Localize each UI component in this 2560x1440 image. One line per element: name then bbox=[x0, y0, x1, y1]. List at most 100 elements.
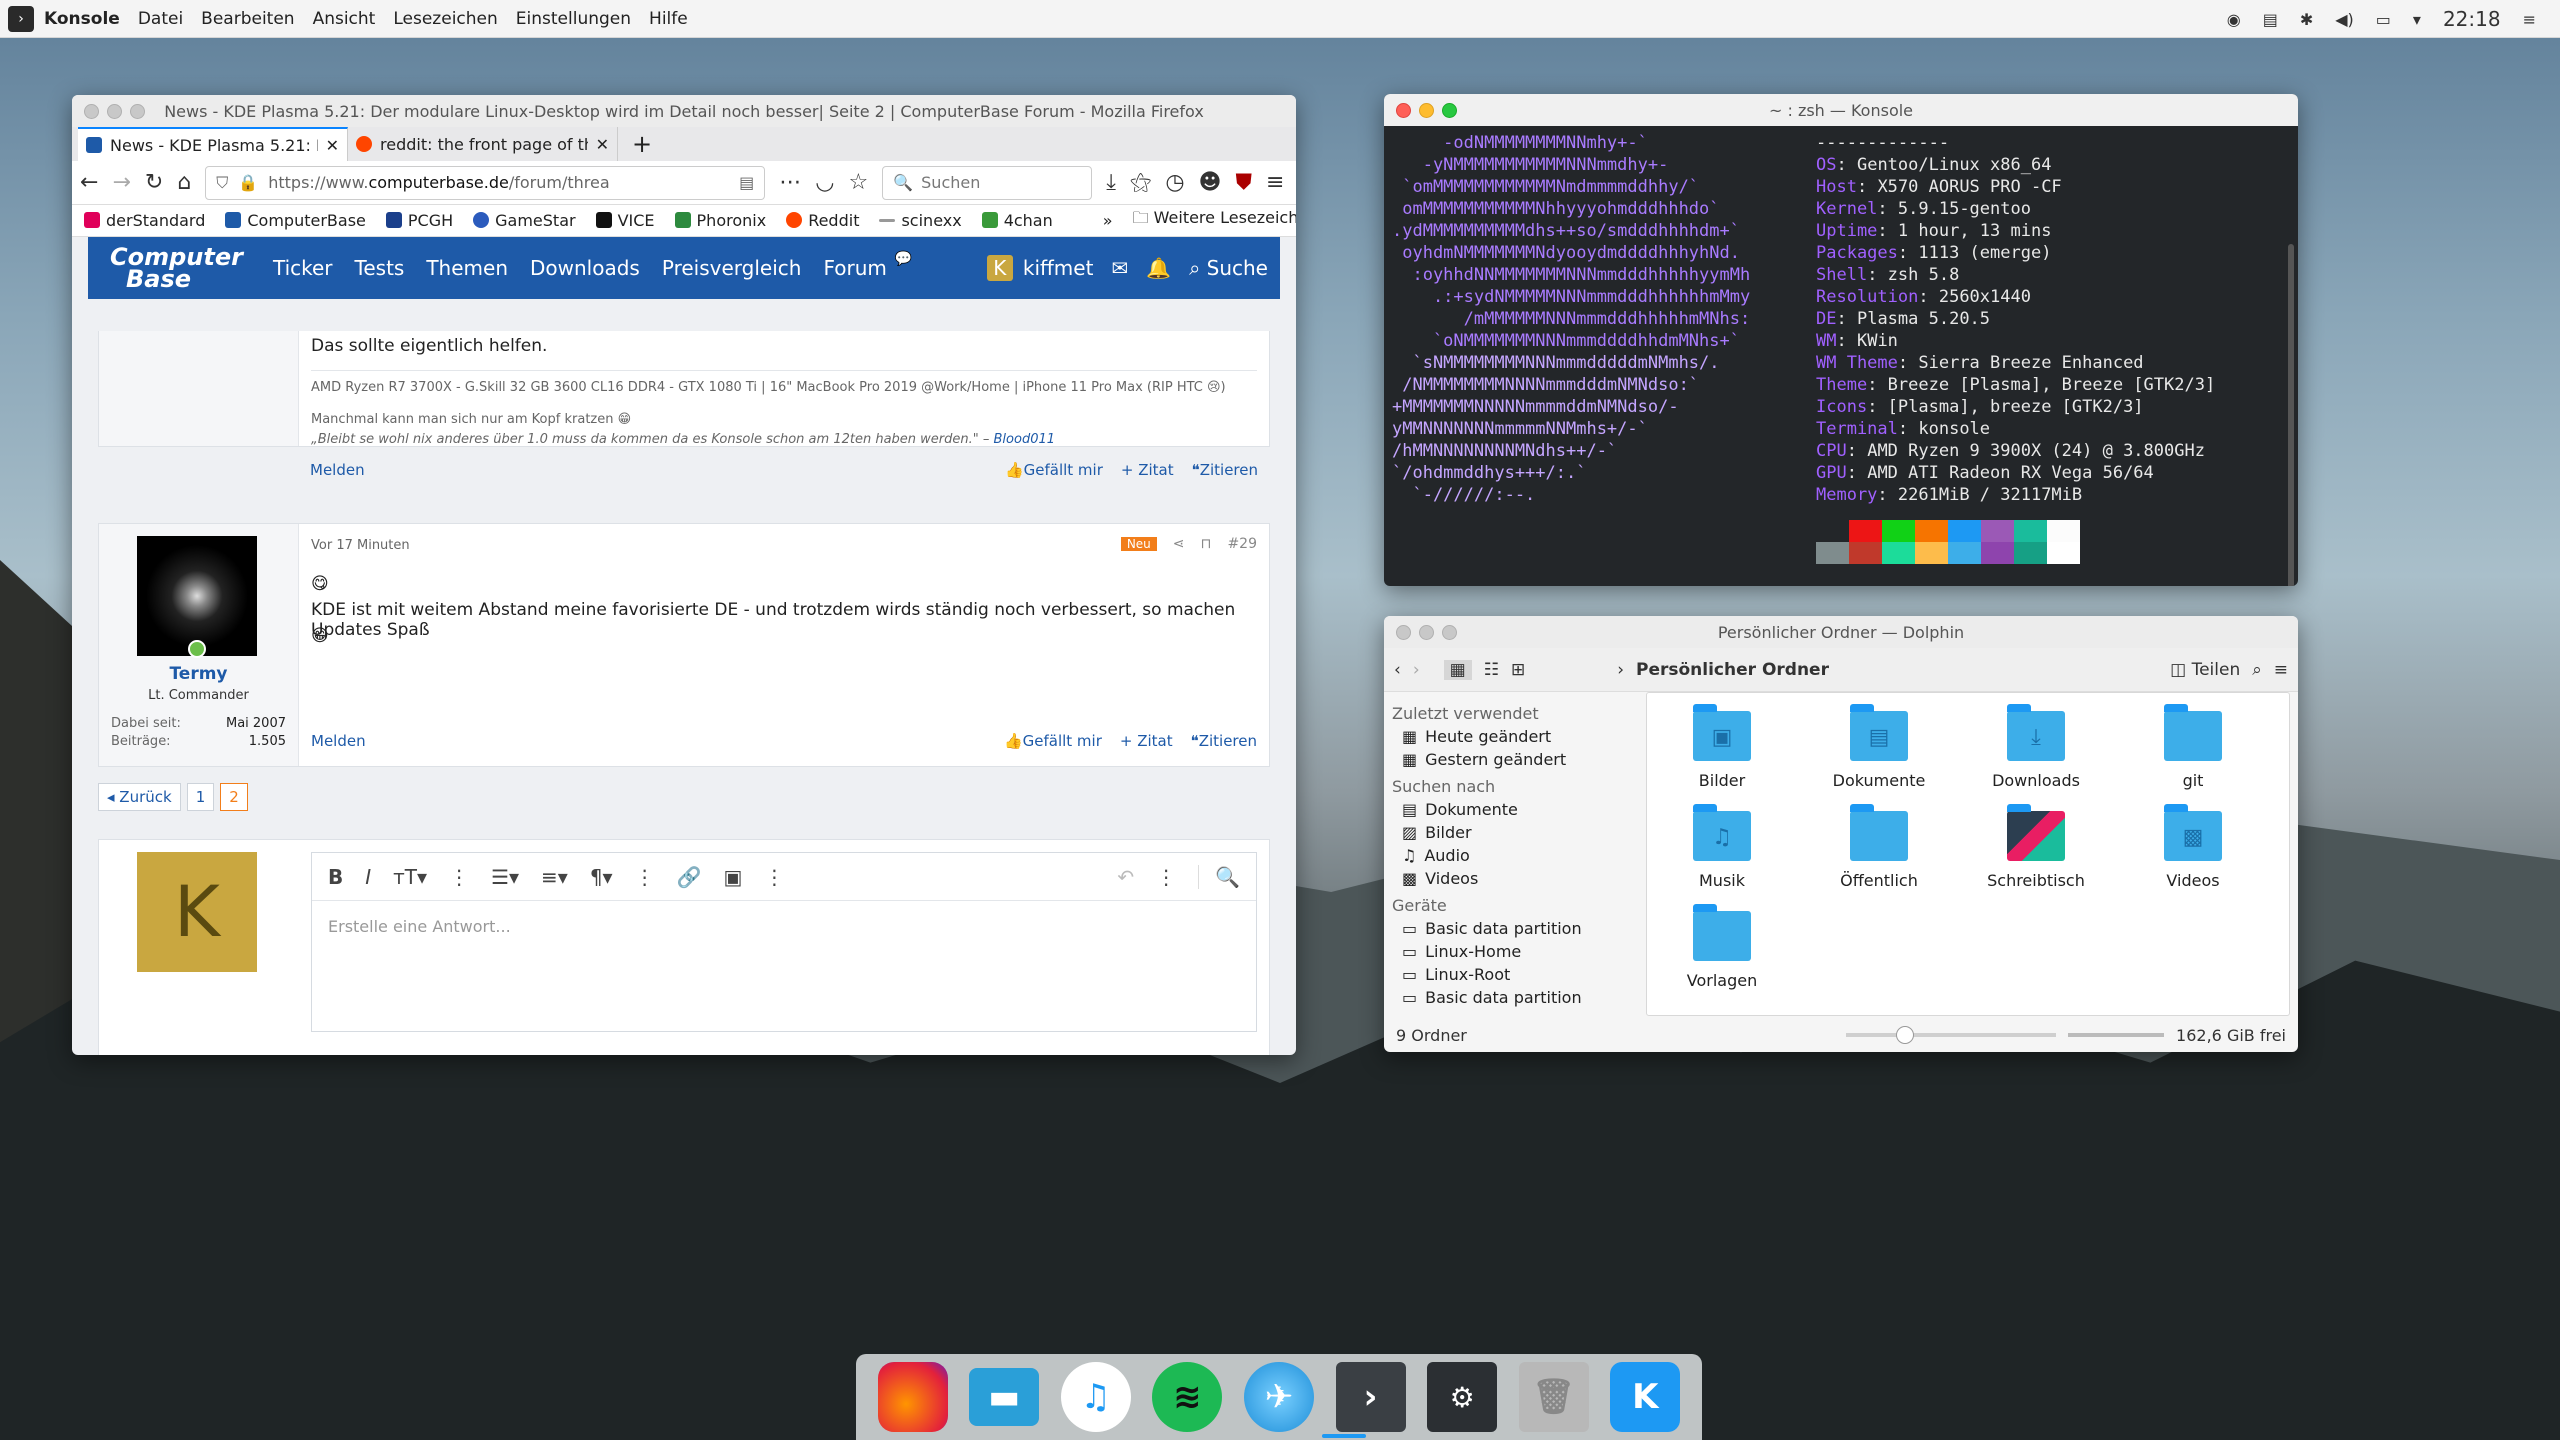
font-size-icon[interactable]: тT▾ bbox=[393, 865, 427, 889]
bookmark-gamestar[interactable]: GameStar bbox=[473, 211, 576, 230]
compact-view-icon[interactable]: ☷ bbox=[1484, 660, 1499, 680]
folder-view[interactable]: ▣ Bilder ▤ Dokumente ⤓ Downloads git ♫ Musik Öffe… bbox=[1646, 692, 2290, 1016]
minimize-button[interactable] bbox=[107, 103, 122, 119]
other-bookmarks[interactable]: 🗀 Weitere Lesezeichen bbox=[1133, 207, 1296, 234]
like-button[interactable]: 👍Gefällt mir bbox=[1004, 732, 1102, 750]
close-tab-icon[interactable]: ✕ bbox=[326, 136, 339, 155]
undo-icon[interactable]: ↶ bbox=[1117, 865, 1134, 889]
cite-button[interactable]: ❝Zitieren bbox=[1191, 732, 1257, 750]
bluetooth-icon[interactable]: ✱ bbox=[2300, 10, 2313, 29]
firefox-titlebar[interactable]: News - KDE Plasma 5.21: Der modulare Lin… bbox=[72, 95, 1296, 127]
menu-hilfe[interactable]: Hilfe bbox=[649, 9, 688, 29]
page-2[interactable]: 2 bbox=[220, 783, 248, 811]
tray-expand-icon[interactable]: ▾ bbox=[2413, 10, 2421, 29]
minimize-button[interactable] bbox=[1419, 102, 1434, 118]
close-button[interactable] bbox=[84, 103, 99, 119]
volume-icon[interactable]: ◀) bbox=[2335, 10, 2354, 29]
new-tab-icon[interactable]: + bbox=[618, 127, 666, 161]
report-link[interactable]: Melden bbox=[310, 461, 365, 479]
close-button[interactable] bbox=[1396, 102, 1411, 118]
tracking-shield-icon[interactable]: ⛉ bbox=[216, 173, 228, 193]
media-icon[interactable]: ◉ bbox=[2227, 10, 2241, 29]
author-avatar[interactable] bbox=[137, 536, 257, 656]
quote-button[interactable]: + Zitat bbox=[1120, 732, 1173, 750]
url-bar[interactable]: ⛉ 🔒 https://www.computerbase.de/forum/th… bbox=[205, 165, 766, 200]
bookmark-icon[interactable]: ⊓ bbox=[1201, 536, 1212, 552]
places-item[interactable]: ▩ Videos bbox=[1392, 867, 1616, 890]
like-button[interactable]: 👍Gefällt mir bbox=[1005, 461, 1103, 479]
menu-icon[interactable]: ≡ bbox=[2523, 10, 2536, 29]
trash-icon[interactable]: 🗑 bbox=[1518, 1362, 1589, 1432]
places-item[interactable]: ▭ Linux-Root bbox=[1392, 963, 1616, 986]
spotify-icon[interactable]: ≋ bbox=[1152, 1362, 1223, 1432]
overflow-icon[interactable]: ⋮ bbox=[1156, 865, 1176, 889]
places-item[interactable]: ▦ Heute geändert bbox=[1392, 725, 1616, 748]
computerbase-logo[interactable]: Computer Base bbox=[110, 245, 243, 291]
places-item[interactable]: ♫ Audio bbox=[1392, 844, 1616, 867]
kde-icon[interactable]: K bbox=[1610, 1362, 1681, 1432]
align-icon[interactable]: ≡▾ bbox=[541, 865, 568, 889]
lock-icon[interactable]: 🔒 bbox=[238, 173, 258, 192]
extension-icon[interactable]: ☻ bbox=[1199, 170, 1222, 195]
pagination-back[interactable]: ◂ Zurück bbox=[98, 783, 181, 811]
bookmark-computerbase[interactable]: ComputerBase bbox=[225, 211, 366, 230]
author-name[interactable]: Termy bbox=[99, 664, 298, 684]
share-icon[interactable]: ⋖ bbox=[1173, 536, 1185, 552]
post-time[interactable]: Vor 17 Minuten bbox=[311, 538, 410, 553]
hamburger-menu-icon[interactable]: ≡ bbox=[2274, 660, 2288, 680]
reply-editor[interactable]: B I тT▾ ⋮ ☰▾ ≡▾ ¶▾ ⋮ 🔗 ▣ ⋮ ↶ ⋮ 🔍 Erstell… bbox=[311, 852, 1257, 1032]
page-1[interactable]: 1 bbox=[186, 783, 215, 811]
nav-ticker[interactable]: Ticker bbox=[273, 256, 333, 280]
quote-button[interactable]: + Zitat bbox=[1121, 461, 1174, 479]
minimize-button[interactable] bbox=[1419, 624, 1434, 640]
close-button[interactable] bbox=[1396, 624, 1411, 640]
bookmark-reddit[interactable]: Reddit bbox=[786, 211, 859, 230]
library-icon[interactable]: ⚝ bbox=[1130, 170, 1151, 195]
menu-einstellungen[interactable]: Einstellungen bbox=[516, 9, 631, 29]
cite-button[interactable]: ❝Zitieren bbox=[1192, 461, 1258, 479]
maximize-button[interactable] bbox=[1442, 102, 1457, 118]
paragraph-icon[interactable]: ¶▾ bbox=[590, 865, 613, 889]
zoom-slider-handle[interactable] bbox=[1896, 1026, 1915, 1044]
page-actions-icon[interactable]: ⋯ bbox=[779, 170, 801, 195]
post-number[interactable]: #29 bbox=[1227, 536, 1257, 552]
nav-preisvergleich[interactable]: Preisvergleich bbox=[662, 256, 802, 280]
bold-icon[interactable]: B bbox=[328, 865, 343, 889]
menu-ansicht[interactable]: Ansicht bbox=[313, 9, 376, 29]
zoom-slider[interactable] bbox=[1846, 1026, 2057, 1044]
link-icon[interactable]: 🔗 bbox=[677, 865, 702, 889]
dolphin-titlebar[interactable]: Persönlicher Ordner — Dolphin bbox=[1384, 616, 2298, 648]
konsole-titlebar[interactable]: ~ : zsh — Konsole bbox=[1384, 94, 2298, 126]
maximize-button[interactable] bbox=[130, 103, 145, 119]
bookmark-phoronix[interactable]: Phoronix bbox=[674, 211, 766, 230]
active-app-name[interactable]: Konsole bbox=[44, 9, 120, 29]
folder-item[interactable]: Vorlagen bbox=[1657, 904, 1787, 990]
icons-view-icon[interactable]: ▦ bbox=[1443, 659, 1472, 680]
bookmark-derstandard[interactable]: derStandard bbox=[84, 211, 205, 230]
folder-item[interactable]: Schreibtisch bbox=[1971, 804, 2101, 890]
nav-themen[interactable]: Themen bbox=[426, 256, 508, 280]
mail-icon[interactable]: ✉ bbox=[1111, 256, 1128, 280]
back-icon[interactable]: ‹ bbox=[1394, 660, 1401, 680]
places-item[interactable]: ▨ Bilder bbox=[1392, 821, 1616, 844]
downloads-icon[interactable]: ⤓ bbox=[1106, 170, 1116, 195]
folder-item[interactable]: ▣ Bilder bbox=[1657, 704, 1787, 790]
bookmark-pcgh[interactable]: PCGH bbox=[385, 211, 453, 230]
menu-bearbeiten[interactable]: Bearbeiten bbox=[201, 9, 294, 29]
close-tab-icon[interactable]: ✕ bbox=[596, 135, 609, 154]
search-field[interactable]: 🔍 Suchen bbox=[882, 165, 1093, 200]
image-icon[interactable]: ▣ bbox=[724, 865, 743, 889]
folder-item[interactable]: ⤓ Downloads bbox=[1971, 704, 2101, 790]
settings-icon[interactable]: ⚙ bbox=[1427, 1362, 1498, 1432]
clipboard-icon[interactable]: ▤ bbox=[2263, 10, 2278, 29]
forward-icon[interactable]: › bbox=[1413, 660, 1420, 680]
reader-view-icon[interactable]: ▤ bbox=[739, 173, 754, 192]
italic-icon[interactable]: I bbox=[365, 865, 371, 889]
search-icon[interactable]: ⌕ bbox=[2252, 660, 2262, 680]
home-icon[interactable]: ⌂ bbox=[177, 170, 191, 195]
places-item[interactable]: ▭ Basic data partition bbox=[1392, 917, 1616, 940]
more-format-icon[interactable]: ⋮ bbox=[449, 865, 469, 889]
terminal-scrollbar[interactable] bbox=[2288, 244, 2294, 586]
reload-icon[interactable]: ↻ bbox=[145, 170, 163, 195]
terminal-icon[interactable]: › bbox=[1335, 1362, 1406, 1432]
